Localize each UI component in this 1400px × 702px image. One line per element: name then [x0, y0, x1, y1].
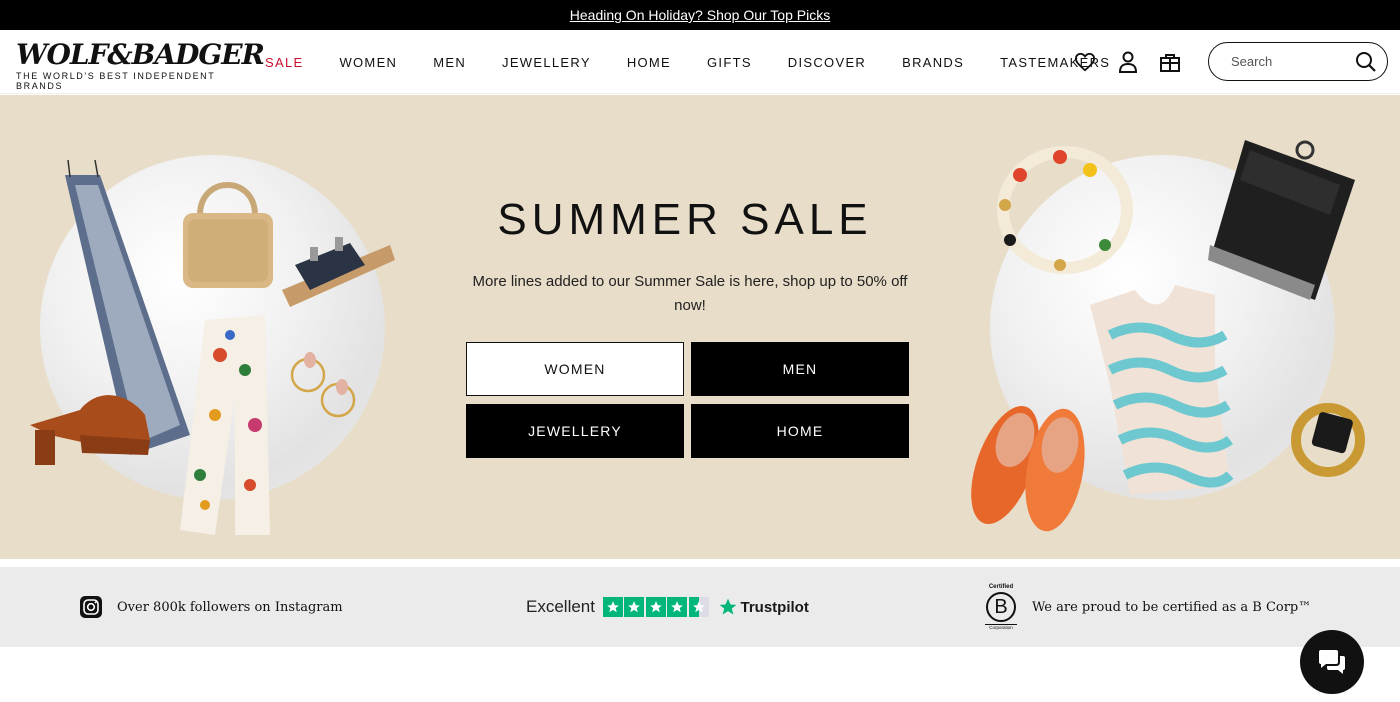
nav-item-brands[interactable]: BRANDS [902, 55, 964, 70]
logo-wordmark: WOLF&BADGER [16, 38, 265, 71]
bcorp-text: We are proud to be certified as a B Corp… [1032, 599, 1312, 615]
star-icon [667, 597, 688, 617]
ring-image [1291, 403, 1365, 477]
star-icon [645, 597, 666, 617]
announcement-link[interactable]: Heading On Holiday? Shop Our Top Picks [570, 7, 830, 23]
half-star-icon [688, 597, 709, 617]
nav-item-men[interactable]: MEN [433, 55, 466, 70]
trustpilot-logo: Trustpilot [718, 597, 809, 617]
nav-item-discover[interactable]: DISCOVER [788, 55, 866, 70]
account-button[interactable] [1116, 50, 1140, 74]
logo[interactable]: WOLF&BADGER THE WORLD'S BEST INDEPENDENT… [16, 38, 265, 92]
trustpilot-rating-word: Excellent [526, 597, 595, 616]
trustpilot-widget[interactable]: Excellent Trustpilot [526, 567, 809, 647]
bracelet-image [997, 146, 1133, 274]
backpack-image [1208, 140, 1355, 300]
logo-tagline: THE WORLD'S BEST INDEPENDENT BRANDS [16, 71, 216, 91]
bcorp-badge-top: Certified [988, 583, 1014, 590]
bcorp-badge: Certified B Corporation [985, 584, 1017, 631]
instagram-link[interactable]: Over 800k followers on Instagram [80, 567, 343, 647]
announcement-bar: Heading On Holiday? Shop Our Top Picks [0, 0, 1400, 30]
knit-top-image [1090, 285, 1234, 495]
bcorp-b-icon: B [986, 591, 1016, 622]
hero-image-right[interactable] [960, 135, 1380, 535]
hero-image-left[interactable] [20, 155, 410, 545]
chat-button[interactable] [1300, 630, 1364, 694]
nav-item-home[interactable]: HOME [627, 55, 671, 70]
search-box[interactable] [1208, 42, 1388, 81]
search-input[interactable] [1231, 54, 1351, 69]
search-icon[interactable] [1355, 51, 1377, 78]
instagram-text: Over 800k followers on Instagram [117, 599, 343, 615]
bag-button[interactable] [1158, 50, 1182, 74]
sandal-image [282, 237, 395, 307]
hero-description: More lines added to our Summer Sale is h… [472, 273, 908, 314]
nav-item-jewellery[interactable]: JEWELLERY [502, 55, 591, 70]
nav-item-women[interactable]: WOMEN [339, 55, 397, 70]
earrings-image [290, 352, 356, 418]
shop-men-button[interactable]: MEN [691, 342, 909, 396]
star-icon [602, 597, 623, 617]
trustpilot-stars [602, 597, 711, 617]
shop-home-button[interactable]: HOME [691, 404, 909, 458]
wishlist-button[interactable] [1073, 50, 1097, 74]
bcorp-badge-bottom: Corporation [985, 623, 1017, 631]
heart-icon [1074, 52, 1096, 72]
slippers-image [971, 405, 1085, 532]
site-header: WOLF&BADGER THE WORLD'S BEST INDEPENDENT… [0, 30, 1400, 94]
star-icon [624, 597, 645, 617]
bag-icon [1160, 54, 1180, 72]
clog-image [30, 395, 150, 465]
bcorp-link[interactable]: Certified B Corporation We are proud to … [985, 567, 1311, 647]
shop-jewellery-button[interactable]: JEWELLERY [466, 404, 684, 458]
nav-item-gifts[interactable]: GIFTS [707, 55, 752, 70]
chat-icon [1319, 650, 1345, 674]
main-nav: SALE WOMEN MEN JEWELLERY HOME GIFTS DISC… [265, 30, 1146, 94]
trousers-image [180, 315, 270, 535]
handbag-image [183, 182, 273, 288]
shop-women-button[interactable]: WOMEN [466, 342, 684, 396]
trust-bar: Over 800k followers on Instagram Excelle… [0, 567, 1400, 647]
trustpilot-star-icon [720, 598, 737, 615]
hero-title: SUMMER SALE [497, 195, 873, 244]
nav-item-sale[interactable]: SALE [265, 55, 303, 70]
hero-banner: SUMMER SALE More lines added to our Summ… [0, 95, 1400, 559]
user-icon [1118, 51, 1138, 73]
trustpilot-brand: Trustpilot [740, 598, 809, 616]
instagram-icon [80, 596, 102, 618]
